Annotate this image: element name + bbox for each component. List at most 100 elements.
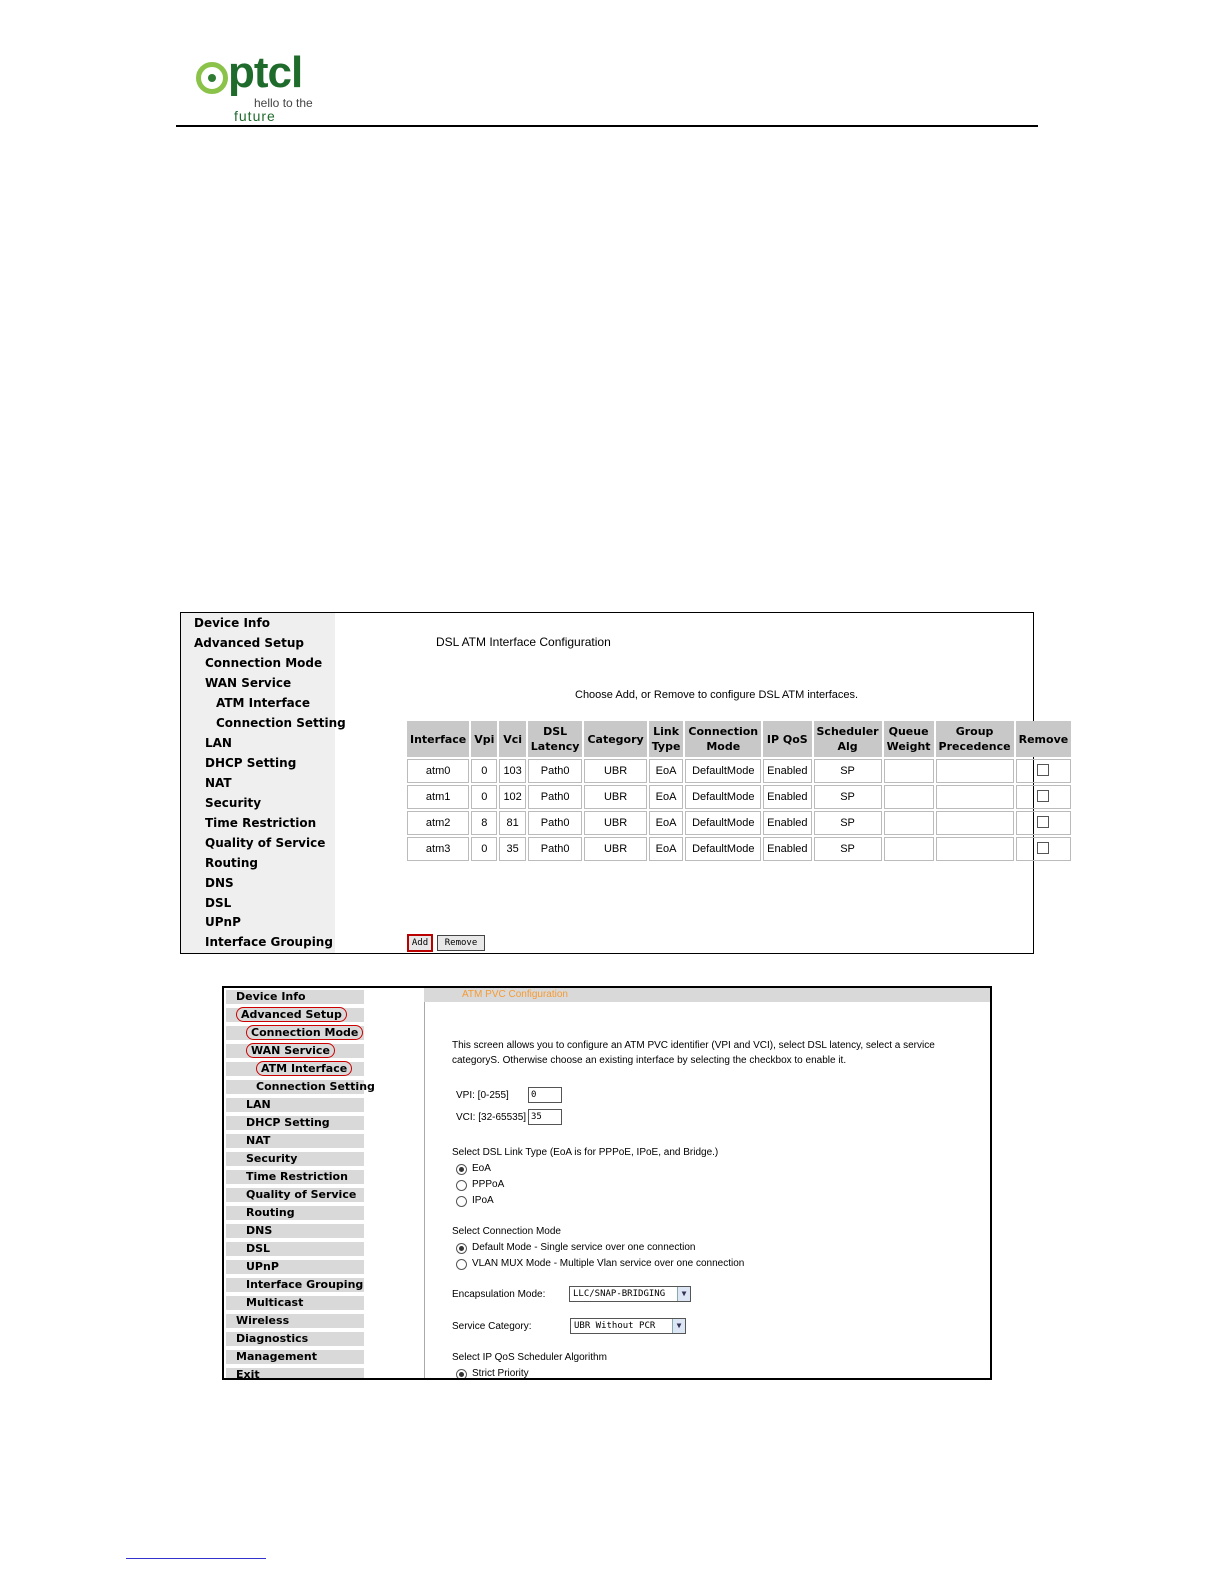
nav-atm-interface[interactable]: ATM Interface xyxy=(216,696,310,710)
nav-interface-grouping[interactable]: Interface Grouping xyxy=(205,935,333,949)
radio-pppoa-label: PPPoA xyxy=(472,1179,505,1190)
nav-time-restriction[interactable]: Time Restriction xyxy=(226,1170,364,1184)
cell-scheduler: SP xyxy=(813,811,882,835)
remove-checkbox[interactable] xyxy=(1037,789,1050,802)
encapsulation-select[interactable]: LLC/SNAP-BRIDGING ▼ xyxy=(569,1286,691,1302)
col-vci: Vci xyxy=(499,721,526,757)
nav-management[interactable]: Management xyxy=(226,1350,364,1364)
cell-remove xyxy=(1015,811,1072,835)
nav-label: Connection Mode xyxy=(246,1025,364,1040)
cell-link-type: EoA xyxy=(648,759,684,783)
nav-dsl[interactable]: DSL xyxy=(205,896,231,910)
radio-eoa[interactable] xyxy=(456,1164,467,1175)
cell-ip-qos: Enabled xyxy=(763,759,812,783)
nav-atm-interface[interactable]: ATM Interface xyxy=(226,1061,364,1076)
nav-lan[interactable]: LAN xyxy=(226,1098,364,1112)
nav-lan[interactable]: LAN xyxy=(205,736,232,750)
nav-dns[interactable]: DNS xyxy=(226,1224,364,1238)
nav-dhcp-setting[interactable]: DHCP Setting xyxy=(226,1116,364,1130)
radio-eoa-label: EoA xyxy=(472,1163,491,1174)
nav-quality-of-service[interactable]: Quality of Service xyxy=(205,836,325,850)
col-remove: Remove xyxy=(1015,721,1072,757)
remove-checkbox[interactable] xyxy=(1037,763,1050,776)
nav-diagnostics[interactable]: Diagnostics xyxy=(226,1332,364,1346)
service-category-select[interactable]: UBR Without PCR ▼ xyxy=(570,1318,686,1334)
intro-text-line1: This screen allows you to configure an A… xyxy=(452,1040,935,1051)
nav-label: ATM Interface xyxy=(256,1061,353,1076)
nav-time-restriction[interactable]: Time Restriction xyxy=(205,816,316,830)
table-row: atm3 0 35 Path0 UBR EoA DefaultMode Enab… xyxy=(407,837,1072,861)
table-row: atm2 8 81 Path0 UBR EoA DefaultMode Enab… xyxy=(407,811,1072,835)
nav-label: Security xyxy=(246,1152,298,1165)
cell-remove xyxy=(1015,785,1072,809)
nav-routing[interactable]: Routing xyxy=(205,856,258,870)
nav-nat[interactable]: NAT xyxy=(226,1134,364,1148)
col-category: Category xyxy=(584,721,647,757)
nav-wan-service[interactable]: WAN Service xyxy=(226,1043,364,1058)
nav-label: Time Restriction xyxy=(246,1170,348,1183)
table-header-row: Interface Vpi Vci DSL Latency Category L… xyxy=(407,721,1072,757)
remove-checkbox[interactable] xyxy=(1037,815,1050,828)
nav-label: Exit xyxy=(236,1368,260,1380)
remove-checkbox[interactable] xyxy=(1037,841,1050,854)
nav-label: Diagnostics xyxy=(236,1332,309,1345)
nav-wan-service[interactable]: WAN Service xyxy=(205,676,291,690)
nav-security[interactable]: Security xyxy=(205,796,261,810)
chevron-down-icon[interactable]: ▼ xyxy=(672,1319,685,1333)
nav-multicast[interactable]: Multicast xyxy=(226,1296,364,1310)
nav-dhcp-setting[interactable]: DHCP Setting xyxy=(205,756,296,770)
cell-queue-weight xyxy=(883,785,934,809)
radio-pppoa[interactable] xyxy=(456,1180,467,1191)
radio-ipoa[interactable] xyxy=(456,1196,467,1207)
nav-connection-setting[interactable]: Connection Setting xyxy=(216,716,346,730)
nav-advanced-setup[interactable]: Advanced Setup xyxy=(194,636,304,650)
vci-input[interactable]: 35 xyxy=(528,1109,562,1125)
page-title: DSL ATM Interface Configuration xyxy=(436,635,611,649)
table-row: atm0 0 103 Path0 UBR EoA DefaultMode Ena… xyxy=(407,759,1072,783)
vpi-input[interactable]: 0 xyxy=(528,1087,562,1103)
cell-queue-weight xyxy=(883,837,934,861)
nav-dsl[interactable]: DSL xyxy=(226,1242,364,1256)
radio-default-mode[interactable] xyxy=(456,1243,467,1254)
cell-latency: Path0 xyxy=(527,785,583,809)
nav-wireless[interactable]: Wireless xyxy=(226,1314,364,1328)
add-button[interactable]: Add xyxy=(407,934,433,952)
nav-label: WAN Service xyxy=(246,1043,335,1058)
nav-connection-setting[interactable]: Connection Setting xyxy=(226,1080,375,1094)
nav-connection-mode[interactable]: Connection Mode xyxy=(226,1025,364,1040)
nav-label: DNS xyxy=(246,1224,273,1237)
nav-dns[interactable]: DNS xyxy=(205,876,234,890)
cell-scheduler: SP xyxy=(813,759,882,783)
encapsulation-value: LLC/SNAP-BRIDGING xyxy=(573,1289,666,1299)
nav-exit[interactable]: Exit xyxy=(226,1368,364,1380)
nav-security[interactable]: Security xyxy=(226,1152,364,1166)
nav-label: Quality of Service xyxy=(246,1188,357,1201)
cell-link-type: EoA xyxy=(648,837,684,861)
chevron-down-icon[interactable]: ▼ xyxy=(677,1287,690,1301)
instruction-text: Choose Add, or Remove to configure DSL A… xyxy=(575,689,859,701)
service-category-label: Service Category: xyxy=(452,1321,532,1332)
radio-strict-priority[interactable] xyxy=(456,1369,467,1378)
nav-connection-mode[interactable]: Connection Mode xyxy=(205,656,322,670)
nav-device-info[interactable]: Device Info xyxy=(194,616,270,630)
nav-upnp[interactable]: UPnP xyxy=(226,1260,364,1274)
nav-nat[interactable]: NAT xyxy=(205,776,232,790)
cell-connection-mode: DefaultMode xyxy=(685,811,762,835)
nav-device-info[interactable]: Device Info xyxy=(226,990,364,1004)
footer-link-underline xyxy=(126,1558,266,1559)
nav-quality-of-service[interactable]: Quality of Service xyxy=(226,1188,364,1202)
radio-vlan-mux-mode[interactable] xyxy=(456,1259,467,1270)
sidebar: Device Info Advanced Setup Connection Mo… xyxy=(224,988,375,1380)
cell-category: UBR xyxy=(584,785,647,809)
remove-button[interactable]: Remove xyxy=(437,935,485,951)
cell-group-precedence xyxy=(935,837,1014,861)
radio-default-mode-label: Default Mode - Single service over one c… xyxy=(472,1242,696,1253)
nav-routing[interactable]: Routing xyxy=(226,1206,364,1220)
nav-upnp[interactable]: UPnP xyxy=(205,915,241,929)
ptcl-logo: ptcl hello to the future xyxy=(194,48,324,124)
nav-interface-grouping[interactable]: Interface Grouping xyxy=(226,1278,364,1292)
nav-label: DHCP Setting xyxy=(246,1116,330,1129)
cell-ip-qos: Enabled xyxy=(763,811,812,835)
cell-group-precedence xyxy=(935,785,1014,809)
nav-advanced-setup[interactable]: Advanced Setup xyxy=(226,1007,364,1022)
